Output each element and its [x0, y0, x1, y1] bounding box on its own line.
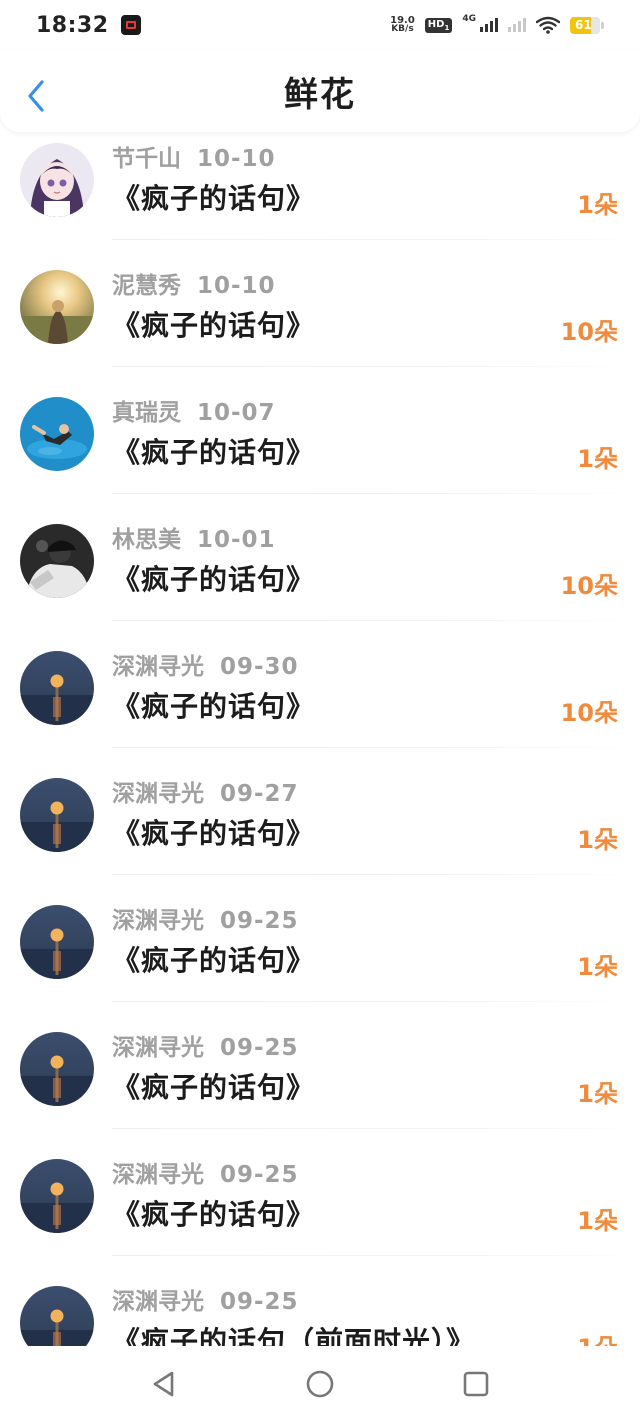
flower-count: 10朵 [560, 699, 618, 727]
sender-name: 节千山 [112, 146, 181, 172]
item-meta: 真瑞灵 10-07 [112, 393, 276, 427]
send-date: 10-10 [197, 146, 276, 172]
avatar-moon-sea[interactable] [20, 1032, 94, 1106]
item-meta: 泥慧秀 10-10 [112, 266, 276, 300]
hd-label: HD [427, 18, 445, 30]
article-title: 《疯子的话句》 [112, 182, 316, 215]
article-title: 《疯子的话句》 [112, 944, 316, 977]
battery-icon: 61 [570, 16, 604, 34]
avatar-swimmer[interactable] [20, 397, 94, 471]
signal-sim1-icon [480, 18, 498, 32]
page-title: 鲜花 [284, 74, 356, 115]
flower-count: 1朵 [577, 191, 618, 219]
send-date: 09-25 [220, 1289, 299, 1315]
article-title: 《疯子的话句》 [112, 1071, 316, 1104]
item-meta: 深渊寻光 09-30 [112, 647, 299, 681]
article-title: 《疯子的话句》 [112, 1198, 316, 1231]
flower-list: 节千山 10-10 《疯子的话句》 1朵 泥慧秀 10-10 《疯子的话句》 10朵… [0, 113, 640, 1383]
flower-count: 1朵 [577, 1080, 618, 1108]
list-item[interactable]: 深渊寻光 09-30 《疯子的话句》 10朵 [0, 621, 640, 748]
article-title: 《疯子的话句》 [112, 436, 316, 469]
avatar-moon-sea[interactable] [20, 778, 94, 852]
item-meta: 林思美 10-01 [112, 520, 276, 554]
app-screen: 18:32 19.0 KB/s HD1 4G 61 鲜花 节千山 10-10 《… [0, 0, 640, 1422]
flower-count: 10朵 [560, 318, 618, 346]
item-meta: 深渊寻光 09-27 [112, 774, 299, 808]
send-date: 10-01 [197, 527, 276, 553]
sender-name: 深渊寻光 [112, 781, 204, 807]
flower-count: 1朵 [577, 445, 618, 473]
sender-name: 林思美 [112, 527, 181, 553]
sender-name: 深渊寻光 [112, 654, 204, 680]
article-title: 《疯子的话句》 [112, 817, 316, 850]
system-back-button[interactable] [146, 1366, 182, 1402]
back-triangle-icon [153, 1371, 174, 1397]
avatar-sunset-field[interactable] [20, 270, 94, 344]
sender-name: 深渊寻光 [112, 1162, 204, 1188]
list-item[interactable]: 节千山 10-10 《疯子的话句》 1朵 [0, 113, 640, 240]
hd-voice-icon: HD1 [424, 17, 453, 33]
battery-level: 61 [575, 18, 592, 32]
list-item[interactable]: 深渊寻光 09-25 《疯子的话句》 1朵 [0, 1002, 640, 1129]
send-date: 09-25 [220, 908, 299, 934]
send-date: 10-10 [197, 273, 276, 299]
sender-name: 深渊寻光 [112, 1289, 204, 1315]
send-date: 09-27 [220, 781, 299, 807]
item-meta: 深渊寻光 09-25 [112, 901, 299, 935]
flower-count: 1朵 [577, 953, 618, 981]
chevron-left-icon [28, 80, 44, 112]
wifi-icon [536, 16, 560, 34]
flower-count: 1朵 [577, 1207, 618, 1235]
screen-record-icon [120, 15, 141, 35]
item-meta: 节千山 10-10 [112, 139, 276, 173]
send-date: 10-07 [197, 400, 276, 426]
system-nav-bar [0, 1346, 640, 1422]
flower-count: 1朵 [577, 826, 618, 854]
system-recents-button[interactable] [458, 1366, 494, 1402]
sender-name: 深渊寻光 [112, 1035, 204, 1061]
avatar-moon-sea[interactable] [20, 905, 94, 979]
sender-name: 泥慧秀 [112, 273, 181, 299]
avatar-person-cap[interactable] [20, 524, 94, 598]
sender-name: 深渊寻光 [112, 908, 204, 934]
avatar-anime-girl[interactable] [20, 143, 94, 217]
status-icons: 19.0 KB/s HD1 4G 61 [390, 14, 604, 34]
send-date: 09-25 [220, 1035, 299, 1061]
sim-index: 1 [444, 23, 450, 32]
list-item[interactable]: 林思美 10-01 《疯子的话句》 10朵 [0, 494, 640, 621]
item-meta: 深渊寻光 09-25 [112, 1028, 299, 1062]
list-item[interactable]: 深渊寻光 09-25 《疯子的话句》 1朵 [0, 1129, 640, 1256]
item-meta: 深渊寻光 09-25 [112, 1155, 299, 1189]
recents-square-icon [463, 1371, 489, 1397]
article-title: 《疯子的话句》 [112, 563, 316, 596]
list-item[interactable]: 泥慧秀 10-10 《疯子的话句》 10朵 [0, 240, 640, 367]
list-item[interactable]: 深渊寻光 09-25 《疯子的话句》 1朵 [0, 875, 640, 1002]
flower-count: 10朵 [560, 572, 618, 600]
home-circle-icon [306, 1370, 334, 1398]
send-date: 09-30 [220, 654, 299, 680]
status-time: 18:32 [36, 12, 109, 38]
nav-header: 鲜花 [0, 50, 640, 132]
signal-sim2-icon [508, 18, 526, 32]
network-type: 4G [462, 14, 476, 24]
send-date: 09-25 [220, 1162, 299, 1188]
sender-name: 真瑞灵 [112, 400, 181, 426]
list-item[interactable]: 真瑞灵 10-07 《疯子的话句》 1朵 [0, 367, 640, 494]
avatar-moon-sea[interactable] [20, 1159, 94, 1233]
network-speed: 19.0 KB/s [390, 16, 415, 34]
item-meta: 深渊寻光 09-25 [112, 1282, 299, 1316]
list-item[interactable]: 深渊寻光 09-27 《疯子的话句》 1朵 [0, 748, 640, 875]
article-title: 《疯子的话句》 [112, 690, 316, 723]
back-button[interactable] [22, 76, 50, 116]
avatar-moon-sea[interactable] [20, 651, 94, 725]
article-title: 《疯子的话句》 [112, 309, 316, 342]
system-home-button[interactable] [302, 1366, 338, 1402]
network-speed-unit: KB/s [391, 24, 414, 34]
status-bar: 18:32 19.0 KB/s HD1 4G 61 [0, 0, 640, 50]
